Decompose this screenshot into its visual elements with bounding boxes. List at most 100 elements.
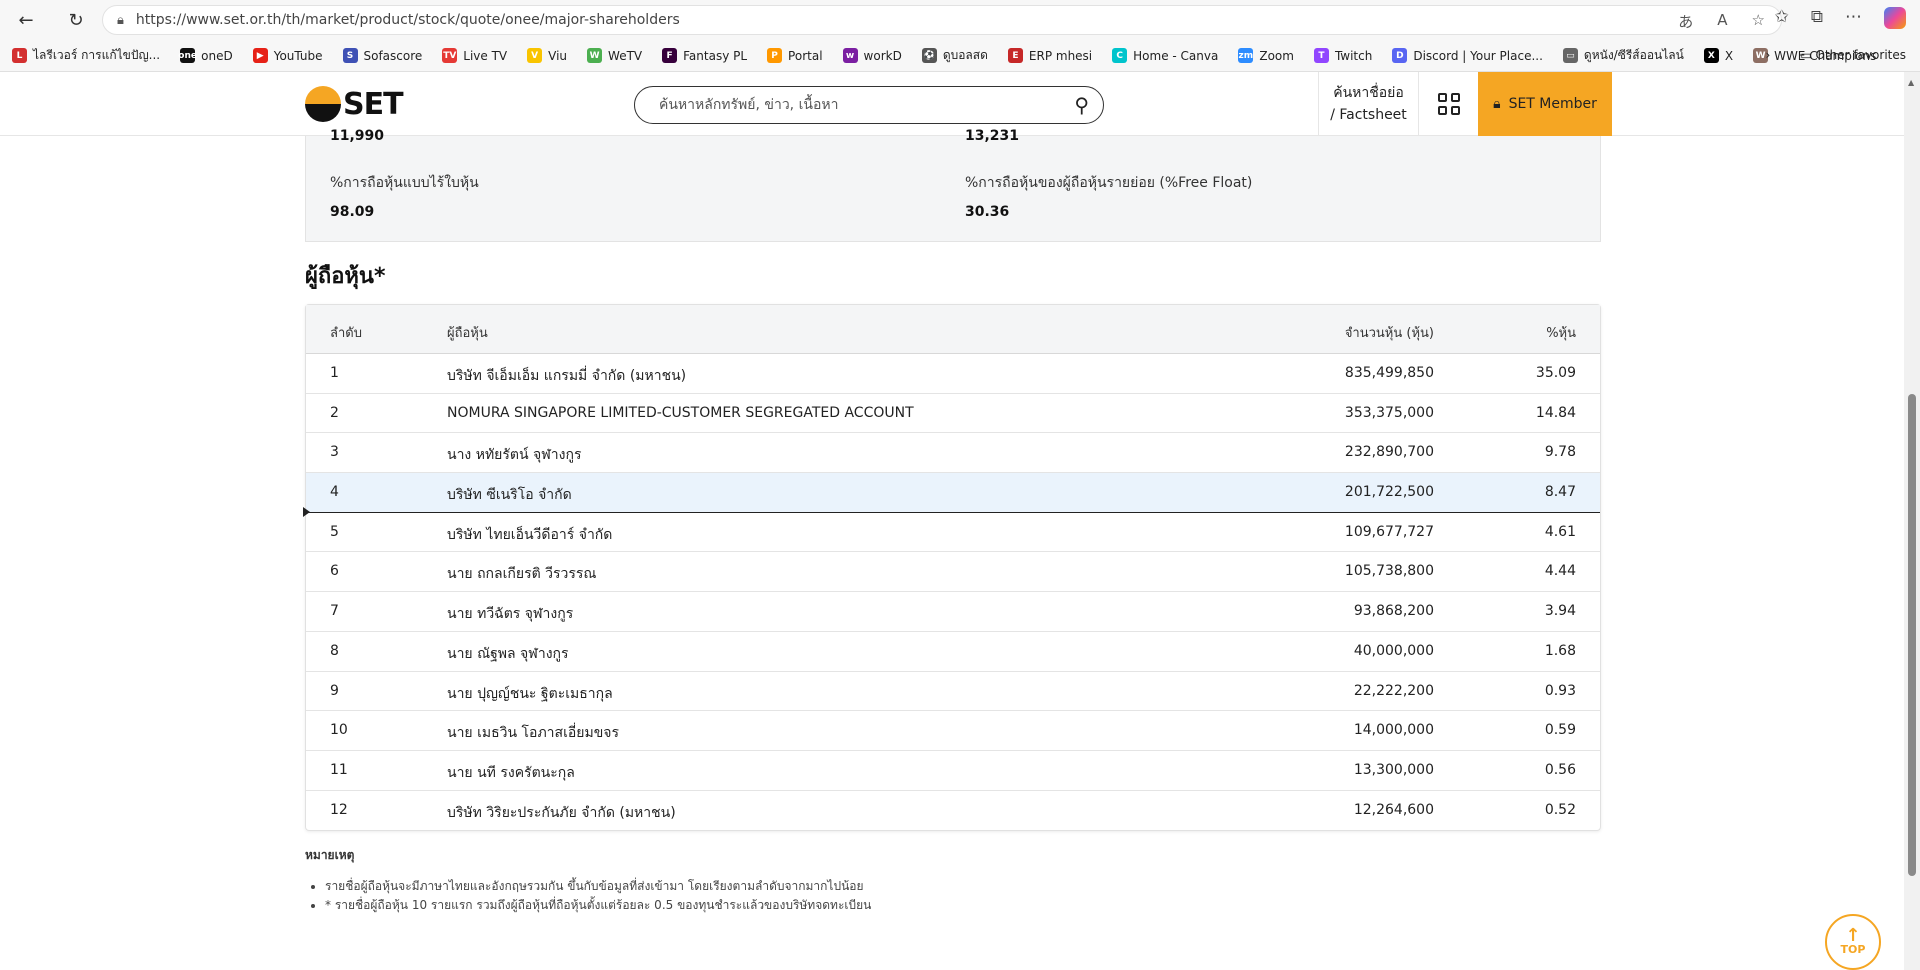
search-icon[interactable]: ⚲ xyxy=(1074,93,1089,117)
bookmark-favicon-icon: V xyxy=(527,48,543,63)
copilot-icon[interactable] xyxy=(1884,7,1906,29)
section-title: ผู้ถือหุ้น* xyxy=(305,264,386,289)
bookmark-item[interactable]: one oneD xyxy=(178,48,233,63)
bookmark-label: X xyxy=(1724,48,1734,63)
translate-icon[interactable]: あ xyxy=(1678,11,1693,32)
cell-name: บริษัท ซีเนริโอ จำกัด xyxy=(447,487,572,504)
cell-pct: 0.56 xyxy=(1544,761,1576,778)
factsheet-label-2: / Factsheet xyxy=(1330,107,1407,123)
arrow-up-icon: ↑ xyxy=(1845,924,1861,946)
bookmark-item[interactable]: w workD xyxy=(842,48,902,63)
bookmark-label: ดูหนัง/ซีรีส์ออนไลน์ xyxy=(1583,48,1684,62)
cell-name: นาย ถกลเกียรติ วีรวรรณ xyxy=(447,566,597,583)
cell-rank: 3 xyxy=(330,444,339,461)
url-text: https://www.set.or.th/th/market/product/… xyxy=(135,12,680,28)
header-pct: %หุ้น xyxy=(1546,326,1576,341)
bookmark-favicon-icon: W xyxy=(587,48,603,63)
table-row: 9 นาย ปุญญ์ชนะ ฐิตะเมธากุล 22,222,200 0.93 xyxy=(306,672,1600,712)
cell-pct: 4.61 xyxy=(1544,523,1576,540)
factsheet-label-1: ค้นหาชื่อย่อ xyxy=(1333,85,1404,101)
cell-shares: 105,738,800 xyxy=(1344,563,1434,580)
bookmark-favicon-icon: E xyxy=(1007,48,1023,63)
read-aloud-icon[interactable]: A xyxy=(1717,11,1727,32)
cell-shares: 93,868,200 xyxy=(1353,603,1434,620)
set-logo-text: SET xyxy=(343,86,404,122)
bookmark-item[interactable]: T Twitch xyxy=(1313,48,1373,63)
stat-scripless-label: %การถือหุ้นแบบไร้ใบหุ้น xyxy=(330,175,479,191)
stat-value-cut-right: 13,231 xyxy=(965,128,1020,144)
bookmark-label: Home - Canva xyxy=(1133,48,1219,63)
table-body: 1 บริษัท จีเอ็มเอ็ม แกรมมี่ จำกัด (มหาชน)… xyxy=(303,354,1600,830)
bookmark-item[interactable]: C Home - Canva xyxy=(1112,48,1218,63)
grid-icon xyxy=(1437,93,1460,115)
bookmark-label: Sofascore xyxy=(363,48,423,63)
bookmark-item[interactable]: D Discord | Your Place... xyxy=(1392,48,1543,63)
cell-shares: 353,375,000 xyxy=(1344,404,1434,421)
header-shares: จำนวนหุ้น (หุ้น) xyxy=(1344,326,1434,341)
collections-icon[interactable]: ⧉ xyxy=(1811,7,1823,29)
page-scrollbar[interactable]: ▲ xyxy=(1904,72,1920,970)
bookmark-item[interactable]: W WeTV xyxy=(587,48,642,63)
search-input[interactable]: ค้นหาหลักทรัพย์, ข่าว, เนื้อหา ⚲ xyxy=(634,86,1104,124)
lock-icon: 🔒︎ xyxy=(117,12,124,28)
reload-icon[interactable]: ↻ xyxy=(62,6,90,34)
bookmark-item[interactable]: zm Zoom xyxy=(1238,48,1294,63)
bookmark-favicon-icon: one xyxy=(178,48,197,63)
bookmark-item[interactable]: P Portal xyxy=(767,48,823,63)
cell-pct: 14.84 xyxy=(1535,404,1576,421)
table-row: 4 บริษัท ซีเนริโอ จำกัด 201,722,500 8.47 xyxy=(303,473,1600,518)
stat-value-cut-left: 11,990 xyxy=(330,128,385,144)
favorite-star-icon[interactable]: ☆ xyxy=(1752,11,1765,32)
bookmark-item[interactable]: ▭ ดูหนัง/ซีรีส์ออนไลน์ xyxy=(1562,46,1684,65)
cell-name: นาย นที รงครัตนะกุล xyxy=(447,764,575,781)
bookmark-label: Viu xyxy=(548,48,568,63)
cell-rank: 4 xyxy=(330,484,339,501)
bookmark-favicon-icon: zm xyxy=(1238,48,1254,63)
bookmark-favicon-icon: ⚽ xyxy=(921,48,937,63)
set-member-button[interactable]: 🔒︎ SET Member xyxy=(1478,72,1612,136)
bookmark-label: Twitch xyxy=(1334,48,1373,63)
cell-pct: 8.47 xyxy=(1544,484,1576,501)
cell-shares: 40,000,000 xyxy=(1353,642,1434,659)
bookmark-item[interactable]: ⚽ ดูบอลสด xyxy=(921,46,988,65)
bookmark-item[interactable]: TV Live TV xyxy=(442,48,507,63)
favorites-icon[interactable]: ✩ xyxy=(1775,7,1789,29)
bookmark-item[interactable]: E ERP mhesi xyxy=(1007,48,1093,63)
back-to-top-button[interactable]: ↑ TOP xyxy=(1825,914,1881,970)
bookmarks-overflow: › ▭ Other favorites xyxy=(1766,48,1906,62)
address-bar[interactable]: 🔒︎ https://www.set.or.th/th/market/produ… xyxy=(102,5,1782,35)
header-rank: ลำดับ xyxy=(330,326,362,341)
scrollbar-thumb[interactable] xyxy=(1908,394,1916,876)
note-item: * รายชื่อผู้ถือหุ้น 10 รายแรก รวมถึงผู้ถ… xyxy=(325,896,871,915)
more-menu-icon[interactable]: ⋯ xyxy=(1845,7,1862,29)
table-row: 7 นาย ทวีฉัตร จุฬางกูร 93,868,200 3.94 xyxy=(306,592,1600,632)
site-header: SET ค้นหาหลักทรัพย์, ข่าว, เนื้อหา ⚲ ค้น… xyxy=(0,72,1904,136)
bookmark-favicon-icon: P xyxy=(767,48,783,63)
set-logo[interactable]: SET xyxy=(305,86,404,122)
note-item: รายชื่อผู้ถือหุ้นจะมีภาษาไทยและอังกฤษรวม… xyxy=(325,877,871,896)
table-row: 5 บริษัท ไทยเอ็นวีดีอาร์ จำกัด 109,677,727… xyxy=(306,513,1600,553)
bookmark-item[interactable]: V Viu xyxy=(527,48,567,63)
bookmark-item[interactable]: S Sofascore xyxy=(342,48,423,63)
table-row: 1 บริษัท จีเอ็มเอ็ม แกรมมี่ จำกัด (มหาชน)… xyxy=(306,354,1600,394)
chevron-right-icon[interactable]: › xyxy=(1766,48,1771,62)
other-favorites-folder[interactable]: ▭ Other favorites xyxy=(1800,48,1906,62)
bookmark-label: Fantasy PL xyxy=(683,48,748,63)
bookmark-label: ERP mhesi xyxy=(1028,48,1093,63)
bookmarks-bar: L ไลรีเวอร์ การแก้ไขปัญ... one oneD ▶ YouTube… xyxy=(0,40,1920,72)
cell-name: บริษัท จีเอ็มเอ็ม แกรมมี่ จำกัด (มหาชน) xyxy=(447,368,687,384)
bookmark-favicon-icon: S xyxy=(342,48,358,63)
stat-free-float-value: 30.36 xyxy=(965,204,1010,220)
factsheet-button[interactable]: ค้นหาชื่อย่อ / Factsheet xyxy=(1318,72,1418,136)
bookmark-item[interactable]: XX xyxy=(1703,48,1734,63)
apps-grid-button[interactable] xyxy=(1418,72,1478,136)
bookmark-item[interactable]: L ไลรีเวอร์ การแก้ไขปัญ... xyxy=(12,46,160,65)
bookmark-favicon-icon: D xyxy=(1392,48,1408,63)
bookmark-item[interactable]: ▶ YouTube xyxy=(252,48,323,63)
cell-name: นาย เมธวิน โอภาสเอี่ยมขจร xyxy=(447,725,620,742)
bookmark-item[interactable]: F Fantasy PL xyxy=(662,48,747,63)
bookmark-label: Zoom xyxy=(1259,48,1294,63)
bookmark-label: Live TV xyxy=(463,48,508,63)
back-arrow-icon[interactable]: ← xyxy=(12,6,40,34)
scroll-up-icon[interactable]: ▲ xyxy=(1908,78,1914,87)
